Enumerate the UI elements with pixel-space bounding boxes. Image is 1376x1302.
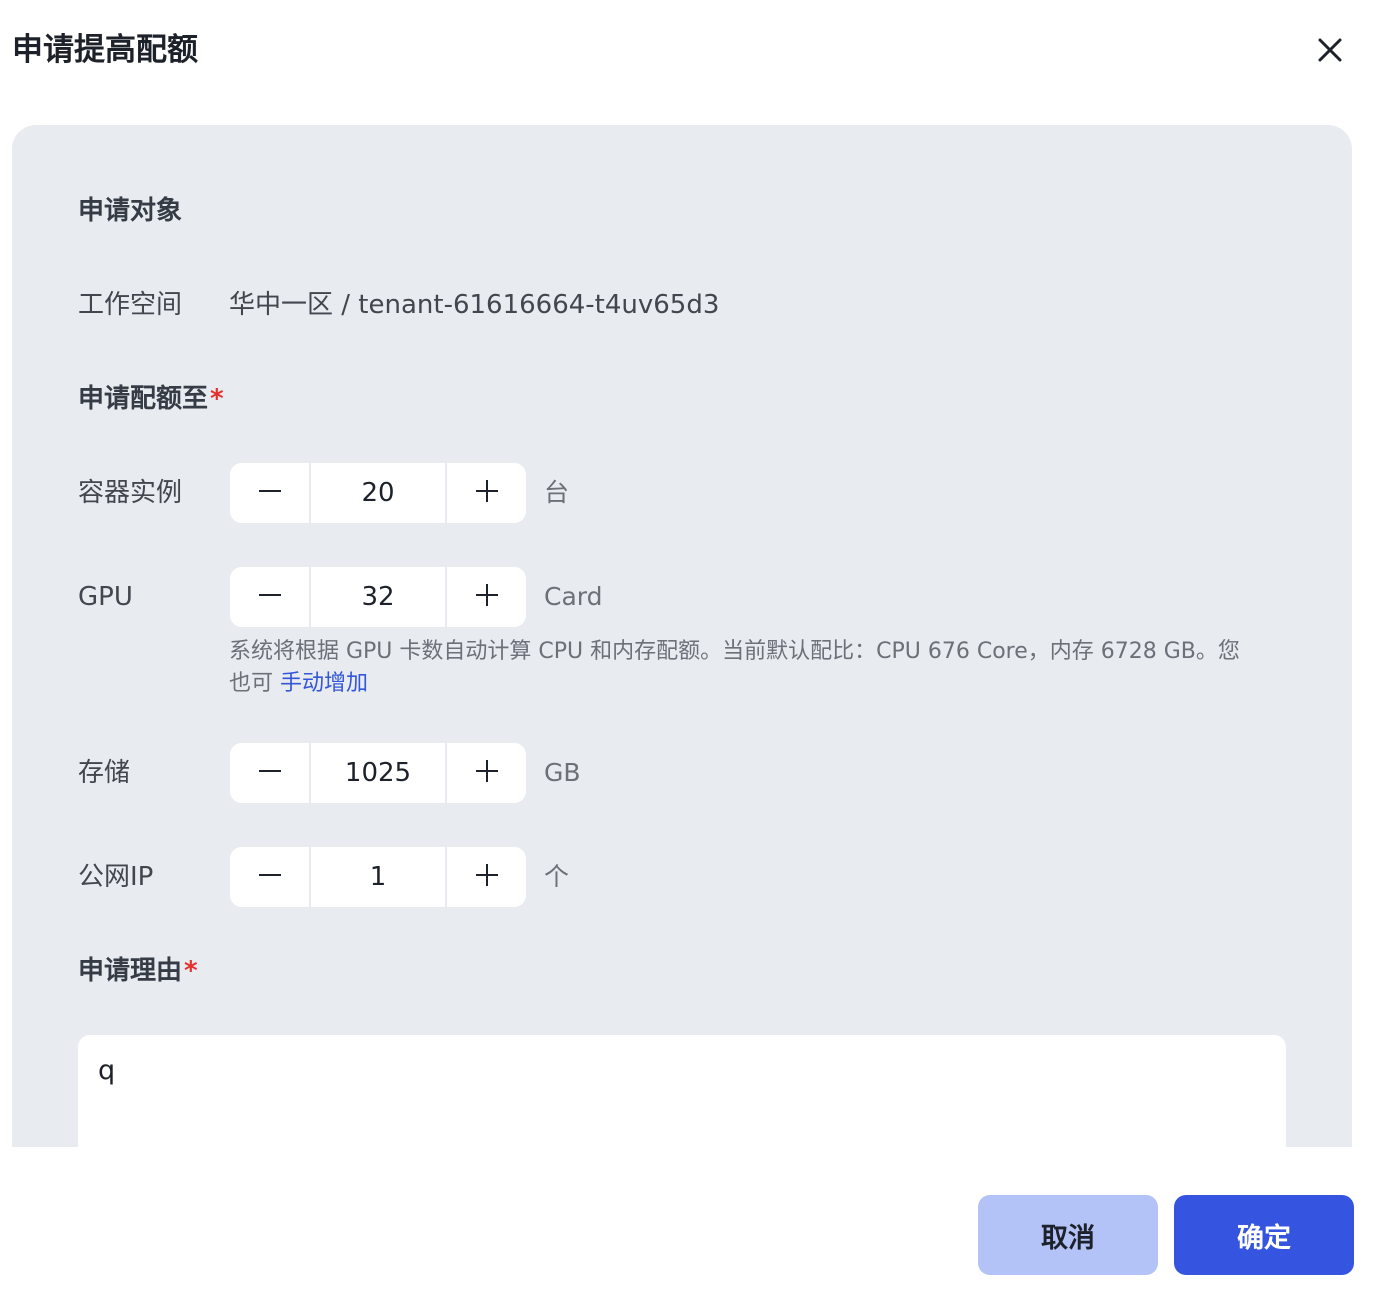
container-quantity-input[interactable]: 20 xyxy=(309,463,447,523)
storage-decrement-button[interactable] xyxy=(230,743,309,803)
quota-request-dialog: 申请提高配额 申请对象 工作空间 华中一区 / tenant-61616664-… xyxy=(0,0,1376,1302)
container-decrement-button[interactable] xyxy=(230,463,309,523)
container-increment-button[interactable] xyxy=(447,463,526,523)
public-ip-increment-button[interactable] xyxy=(447,847,526,907)
container-label: 容器实例 xyxy=(78,478,183,508)
plus-icon xyxy=(475,583,499,611)
minus-icon xyxy=(258,759,282,787)
manual-add-link[interactable]: 手动增加 xyxy=(280,671,368,696)
public-ip-unit: 个 xyxy=(544,862,570,891)
gpu-decrement-button[interactable] xyxy=(230,567,309,627)
plus-icon xyxy=(475,863,499,891)
storage-label: 存储 xyxy=(78,758,131,788)
gpu-unit: Card xyxy=(544,582,603,611)
plus-icon xyxy=(475,479,499,507)
reason-textarea[interactable]: q xyxy=(78,1035,1286,1147)
cancel-button[interactable]: 取消 xyxy=(978,1195,1158,1275)
gpu-increment-button[interactable] xyxy=(447,567,526,627)
section-title-reason-text: 申请理由 xyxy=(78,956,183,986)
gpu-stepper: 32 xyxy=(230,567,526,627)
gpu-ratio-hint-text: 系统将根据 GPU 卡数自动计算 CPU 和内存配额。当前默认配比：CPU 67… xyxy=(229,639,1240,696)
storage-stepper: 1025 xyxy=(230,743,526,803)
confirm-button[interactable]: 确定 xyxy=(1174,1195,1354,1275)
public-ip-quantity-input[interactable]: 1 xyxy=(309,847,447,907)
close-button[interactable] xyxy=(1310,30,1350,70)
section-title-target: 申请对象 xyxy=(78,196,183,226)
required-mark: * xyxy=(210,384,224,414)
gpu-ratio-hint: 系统将根据 GPU 卡数自动计算 CPU 和内存配额。当前默认配比：CPU 67… xyxy=(229,636,1259,700)
public-ip-stepper: 1 xyxy=(230,847,526,907)
section-title-quota: 申请配额至* xyxy=(78,381,224,417)
gpu-label: GPU xyxy=(78,582,133,612)
minus-icon xyxy=(258,863,282,891)
minus-icon xyxy=(258,583,282,611)
storage-quantity-input[interactable]: 1025 xyxy=(309,743,447,803)
workspace-label: 工作空间 xyxy=(78,290,183,320)
public-ip-decrement-button[interactable] xyxy=(230,847,309,907)
section-title-reason: 申请理由* xyxy=(78,953,198,989)
section-title-quota-text: 申请配额至 xyxy=(78,384,209,414)
storage-increment-button[interactable] xyxy=(447,743,526,803)
public-ip-label: 公网IP xyxy=(78,862,154,892)
minus-icon xyxy=(258,479,282,507)
storage-unit: GB xyxy=(544,758,581,787)
workspace-value: 华中一区 / tenant-61616664-t4uv65d3 xyxy=(229,290,720,320)
container-stepper: 20 xyxy=(230,463,526,523)
close-icon xyxy=(1310,30,1350,70)
gpu-quantity-input[interactable]: 32 xyxy=(309,567,447,627)
required-mark: * xyxy=(184,956,198,986)
dialog-title: 申请提高配额 xyxy=(12,32,198,68)
plus-icon xyxy=(475,759,499,787)
container-unit: 台 xyxy=(544,478,570,507)
form-panel: 申请对象 工作空间 华中一区 / tenant-61616664-t4uv65d… xyxy=(12,125,1352,1147)
